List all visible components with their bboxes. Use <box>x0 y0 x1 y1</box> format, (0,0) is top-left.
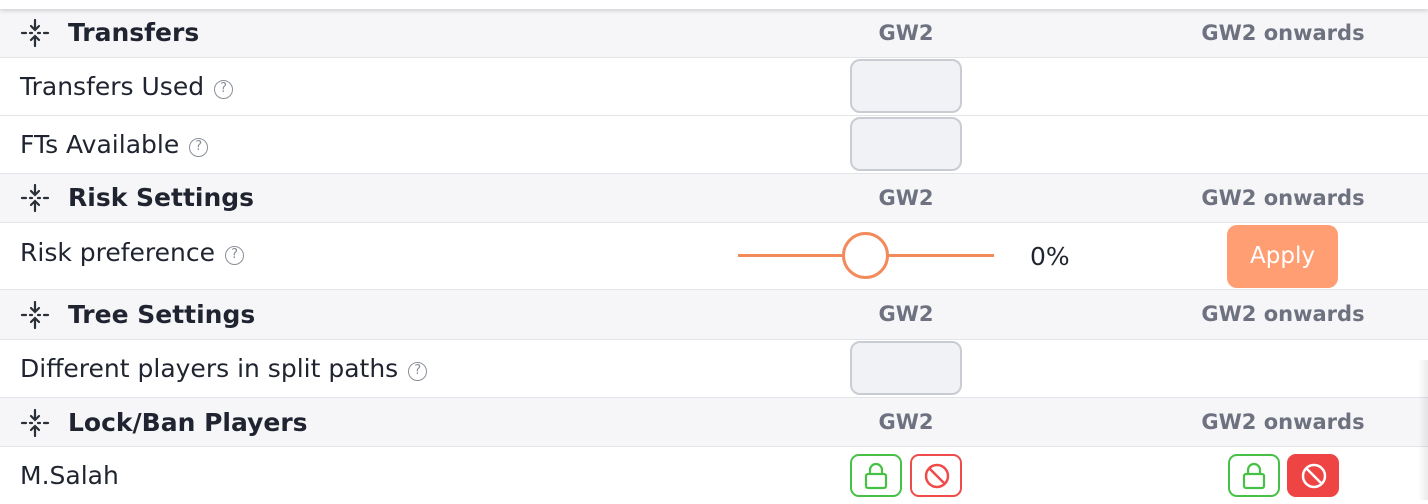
split-paths-label: Different players in split paths? <box>20 354 428 383</box>
ban-icon <box>1301 463 1327 489</box>
settings-panel: Transfers GW2 GW2 onwards Transfers Used… <box>0 0 1428 504</box>
top-edge <box>0 0 1428 9</box>
ban-button-gw[interactable] <box>910 454 962 497</box>
split-arrows-icon <box>20 300 50 330</box>
section-title: Risk Settings <box>68 183 255 212</box>
risk-preference-text: Risk preference <box>20 238 216 267</box>
help-circle-icon[interactable]: ? <box>408 362 428 381</box>
column-header-onwards: GW2 onwards <box>1201 410 1365 434</box>
section-title: Lock/Ban Players <box>68 408 308 437</box>
help-circle-icon[interactable]: ? <box>214 80 234 99</box>
column-header-onwards: GW2 onwards <box>1201 302 1365 326</box>
split-arrows-icon <box>20 183 50 213</box>
column-header-gw: GW2 <box>878 410 934 434</box>
risk-preference-row: Risk preference? <box>0 223 1428 290</box>
column-header-gw: GW2 <box>878 302 934 326</box>
lock-button-gw[interactable] <box>850 454 902 497</box>
fts-available-text: FTs Available <box>20 130 180 159</box>
ban-icon <box>924 463 950 489</box>
help-circle-icon[interactable]: ? <box>225 246 245 265</box>
split-paths-input[interactable] <box>850 341 962 395</box>
column-header-gw: GW2 <box>878 21 934 45</box>
transfers-used-input[interactable] <box>850 59 962 113</box>
ban-button-onwards[interactable] <box>1287 454 1339 497</box>
transfers-used-text: Transfers Used <box>20 72 205 101</box>
split-arrows-icon <box>20 18 50 48</box>
section-header-risk[interactable]: Risk Settings GW2 GW2 onwards <box>0 174 1428 223</box>
risk-slider-value: 0% <box>1030 242 1070 271</box>
lock-button-onwards[interactable] <box>1228 454 1280 497</box>
help-circle-icon[interactable]: ? <box>189 138 209 157</box>
column-header-onwards: GW2 onwards <box>1201 21 1365 45</box>
fts-available-row: FTs Available? <box>0 116 1428 174</box>
split-paths-text: Different players in split paths <box>20 354 399 383</box>
risk-preference-label: Risk preference? <box>20 238 245 267</box>
section-title: Tree Settings <box>68 300 256 329</box>
section-header-lockban[interactable]: Lock/Ban Players GW2 GW2 onwards <box>0 398 1428 447</box>
section-header-tree[interactable]: Tree Settings GW2 GW2 onwards <box>0 290 1428 340</box>
apply-button[interactable]: Apply <box>1227 225 1338 288</box>
fts-available-label: FTs Available? <box>20 130 209 159</box>
column-header-gw: GW2 <box>878 186 934 210</box>
section-title: Transfers <box>68 18 200 47</box>
split-arrows-icon <box>20 408 50 438</box>
transfers-used-row: Transfers Used? <box>0 58 1428 116</box>
player-name: M.Salah <box>20 461 119 490</box>
player-row: M.Salah <box>0 447 1428 504</box>
transfers-used-label: Transfers Used? <box>20 72 234 101</box>
lock-icon <box>864 462 888 490</box>
lock-icon <box>1242 462 1266 490</box>
column-header-onwards: GW2 onwards <box>1201 186 1365 210</box>
scroll-edge-shadow <box>1418 360 1428 500</box>
section-header-transfers[interactable]: Transfers GW2 GW2 onwards <box>0 9 1428 58</box>
risk-slider-thumb[interactable] <box>842 232 889 279</box>
fts-available-input[interactable] <box>850 117 962 171</box>
split-paths-row: Different players in split paths? <box>0 340 1428 398</box>
